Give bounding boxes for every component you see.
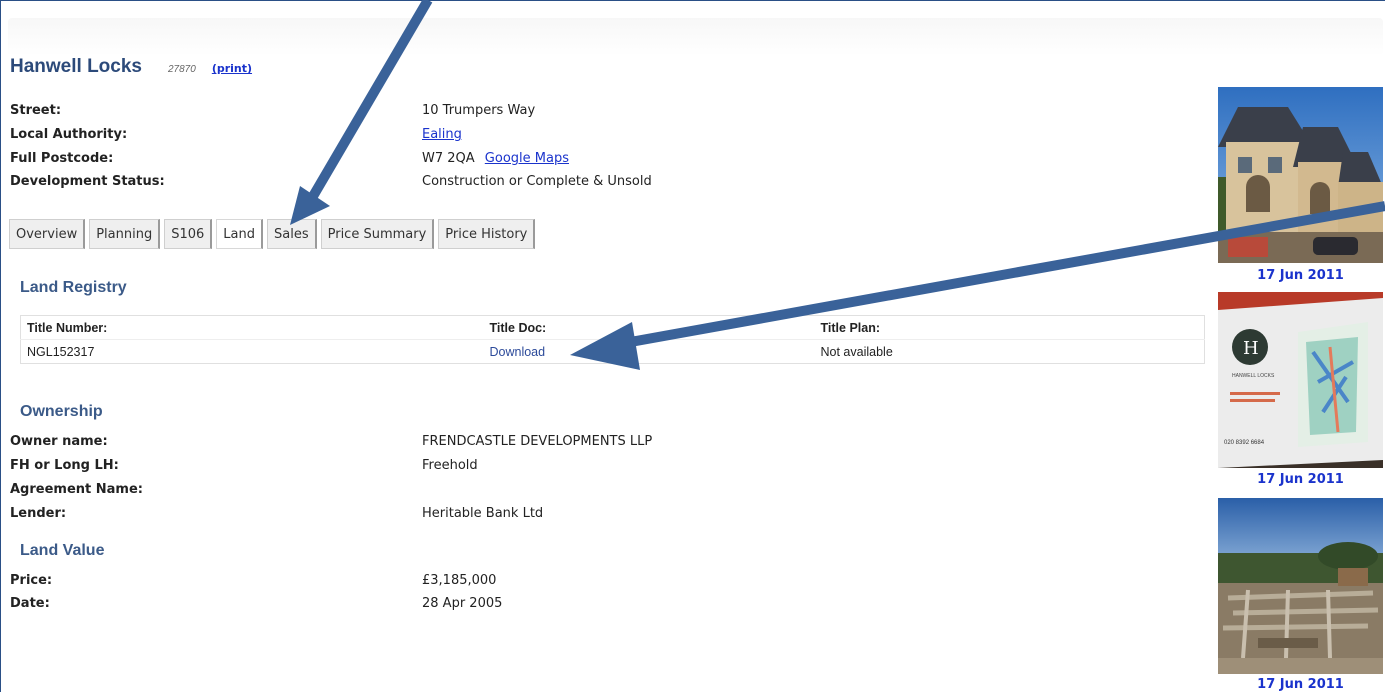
sign-logo-letter: H bbox=[1243, 338, 1259, 359]
tab-price-summary[interactable]: Price Summary bbox=[320, 219, 435, 249]
title-row: Hanwell Locks 27870 (print) bbox=[10, 56, 252, 80]
table-row: NGL152317 Download Not available bbox=[21, 340, 1205, 364]
price-label: Price: bbox=[10, 573, 53, 588]
photo-caption-3[interactable]: 17 Jun 2011 bbox=[1218, 677, 1383, 692]
tenure-value: Freehold bbox=[422, 458, 478, 473]
photo-caption-2[interactable]: 17 Jun 2011 bbox=[1218, 472, 1383, 487]
sign-brand: HANWELL LOCKS bbox=[1232, 373, 1275, 379]
ownership-heading: Ownership bbox=[20, 403, 103, 420]
header-title-doc: Title Doc: bbox=[483, 315, 815, 340]
local-authority-label: Local Authority: bbox=[10, 127, 128, 142]
title-number-cell: NGL152317 bbox=[27, 344, 95, 359]
date-label: Date: bbox=[10, 596, 50, 611]
title-doc-cell: Download bbox=[484, 340, 815, 364]
tab-sales[interactable]: Sales bbox=[267, 219, 317, 249]
lender-label: Lender: bbox=[10, 506, 67, 521]
owner-name-value: FRENDCASTLE DEVELOPMENTS LLP bbox=[422, 434, 653, 449]
local-authority-link[interactable]: Ealing bbox=[422, 125, 462, 145]
owner-name-label: Owner name: bbox=[10, 434, 108, 449]
tab-bar: Overview Planning S106 Land Sales Price … bbox=[9, 219, 536, 249]
postcode-label: Full Postcode: bbox=[10, 151, 114, 166]
photo-site[interactable] bbox=[1218, 498, 1383, 674]
price-value: £3,185,000 bbox=[422, 573, 497, 588]
photo-houses[interactable] bbox=[1218, 87, 1383, 263]
tenure-label: FH or Long LH: bbox=[10, 458, 119, 473]
status-label: Development Status: bbox=[10, 174, 165, 189]
tab-overview[interactable]: Overview bbox=[9, 219, 86, 249]
header-title-number: Title Number: bbox=[20, 315, 484, 340]
title-plan-cell: Not available bbox=[820, 344, 893, 359]
sign-phone: 020 8392 6684 bbox=[1224, 440, 1265, 446]
land-value-heading: Land Value bbox=[20, 542, 105, 559]
google-maps-link[interactable]: Google Maps bbox=[485, 151, 569, 166]
page-title: Hanwell Locks bbox=[10, 56, 142, 77]
tab-planning[interactable]: Planning bbox=[89, 219, 161, 249]
street-label: Street: bbox=[10, 103, 62, 118]
land-registry-heading: Land Registry bbox=[20, 279, 127, 296]
development-id: 27870 bbox=[168, 64, 196, 75]
date-value: 28 Apr 2005 bbox=[422, 596, 503, 611]
photo-sign[interactable]: H HANWELL LOCKS 020 8392 6684 bbox=[1218, 292, 1383, 468]
street-value: 10 Trumpers Way bbox=[422, 103, 536, 118]
lender-value: Heritable Bank Ltd bbox=[422, 506, 544, 521]
photo-caption-1[interactable]: 17 Jun 2011 bbox=[1218, 268, 1383, 283]
land-registry-table: Title Number: Title Doc: Title Plan: NGL… bbox=[20, 315, 1205, 364]
tab-s106[interactable]: S106 bbox=[164, 219, 213, 249]
tab-price-history[interactable]: Price History bbox=[438, 219, 536, 249]
status-value: Construction or Complete & Unsold bbox=[422, 174, 652, 189]
print-link[interactable]: (print) bbox=[212, 62, 252, 75]
table-header-row: Title Number: Title Doc: Title Plan: bbox=[20, 315, 1205, 340]
postcode-value: W7 2QA bbox=[422, 151, 475, 166]
postcode-value-group: W7 2QA Google Maps bbox=[422, 149, 569, 169]
agreement-name-label: Agreement Name: bbox=[10, 482, 143, 497]
download-link[interactable]: Download bbox=[490, 345, 546, 359]
tab-land[interactable]: Land bbox=[216, 219, 263, 249]
header-title-plan: Title Plan: bbox=[814, 315, 1205, 340]
top-bar bbox=[8, 18, 1383, 56]
